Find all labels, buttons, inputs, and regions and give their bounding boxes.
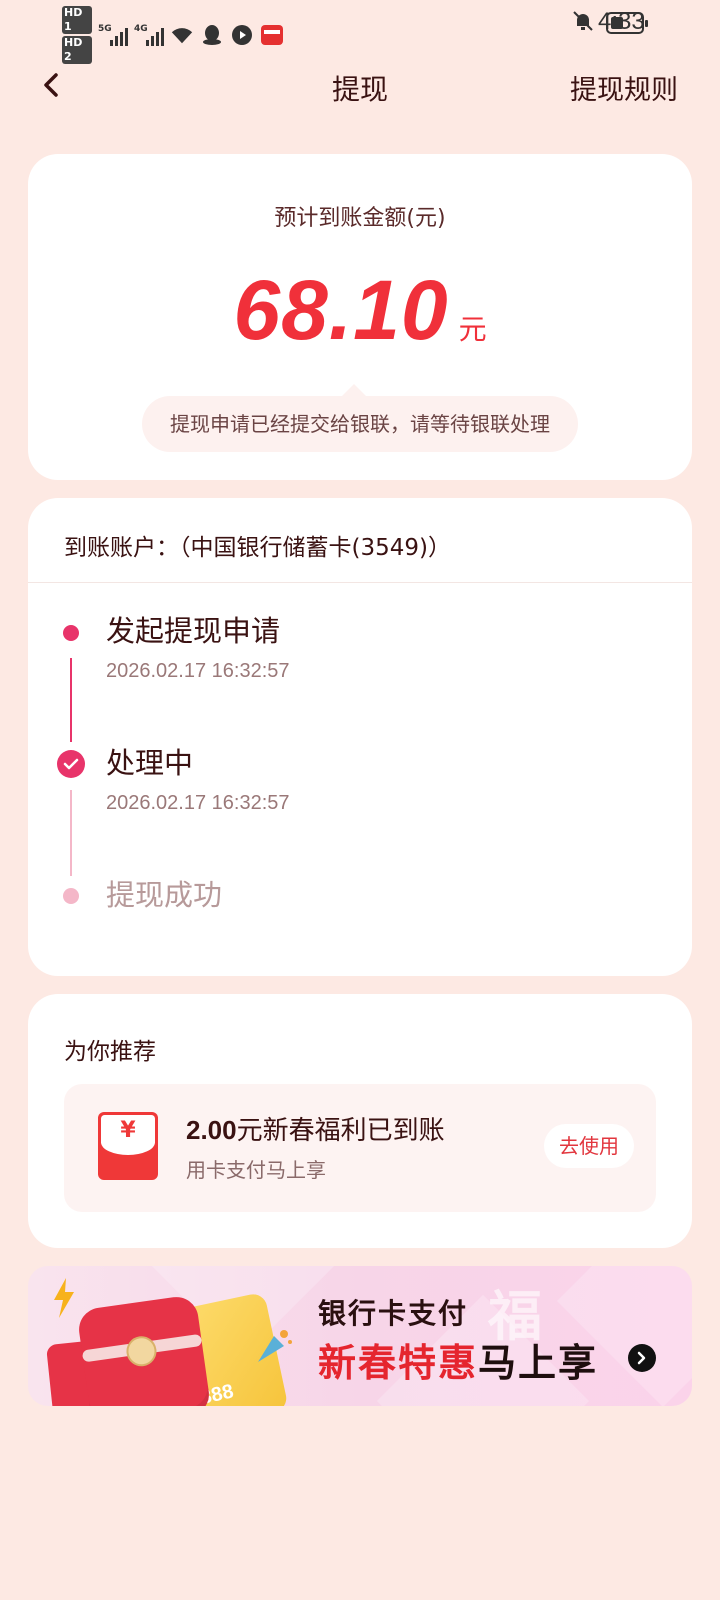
amount-label: 预计到账金额(元) (274, 206, 446, 231)
clock: 4:33 (598, 8, 645, 35)
amount-row: 68.10 元 (28, 262, 692, 359)
recommend-text: 2.00元新春福利已到账 (186, 1110, 445, 1147)
lightning-icon (54, 1278, 74, 1318)
signal-4g-icon: 4G (134, 24, 164, 46)
recommend-title: 为你推荐 (64, 1039, 156, 1065)
step-time: 2026.02.17 16:32:57 (106, 660, 290, 682)
step-name: 处理中 (106, 746, 194, 780)
step-time: 2026.02.17 16:32:57 (106, 792, 290, 814)
account-info: 到账账户：（中国银行储蓄卡(3549)） (64, 535, 451, 561)
recommend-card: 为你推荐 ¥ 2.00元新春福利已到账 用卡支付马上享 去使用 (28, 994, 692, 1248)
amount-card: 预计到账金额(元) 68.10 元 提现申请已经提交给银联，请等待银联处理 (28, 154, 692, 480)
status-tip: 提现申请已经提交给银联，请等待银联处理 (142, 384, 578, 452)
banner-slogan: 新春特惠马上享 (318, 1341, 599, 1385)
mute-bell-icon (572, 10, 594, 36)
amount-unit: 元 (458, 313, 487, 346)
wifi-icon (170, 23, 194, 47)
recommend-amount: 2.00 (186, 1115, 237, 1145)
video-app-icon (230, 23, 254, 47)
divider (28, 582, 692, 583)
recommend-desc: 元新春福利已到账 (236, 1116, 445, 1146)
party-popper-icon (258, 1330, 292, 1362)
timeline-connector (70, 658, 72, 742)
recommend-item[interactable]: ¥ 2.00元新春福利已到账 用卡支付马上享 去使用 (64, 1084, 656, 1212)
withdraw-rules-link[interactable]: 提现规则 (570, 68, 678, 107)
progress-card: 到账账户：（中国银行储蓄卡(3549)） 发起提现申请 2026.02.17 1… (28, 498, 692, 976)
step-name: 提现成功 (106, 878, 223, 912)
amount-value: 68.10 (233, 263, 449, 357)
chevron-right-icon[interactable] (628, 1344, 656, 1372)
step-name: 发起提现申请 (106, 614, 281, 648)
use-button[interactable]: 去使用 (544, 1124, 634, 1168)
signal-5g-icon: 5G (98, 24, 128, 46)
recommend-subtext: 用卡支付马上享 (186, 1158, 326, 1182)
promo-banner[interactable]: 福 888 银行卡支付 新春特惠马上享 (28, 1266, 692, 1406)
header: 提现 提现规则 (0, 54, 720, 118)
status-bar: HD 1 HD 2 5G 4G 4:33 (0, 0, 720, 64)
check-circle-icon (57, 750, 85, 778)
app-notification-icon (260, 23, 284, 47)
sim1-indicator: HD 1 (62, 6, 92, 34)
banner-title: 银行卡支付 (318, 1297, 469, 1330)
step-dot (63, 625, 79, 641)
red-packet-icon: ¥ (98, 1112, 158, 1180)
timeline-connector (70, 790, 72, 876)
qq-icon (200, 23, 224, 47)
plush-red-packet-image (76, 1294, 212, 1406)
step-dot (63, 888, 79, 904)
